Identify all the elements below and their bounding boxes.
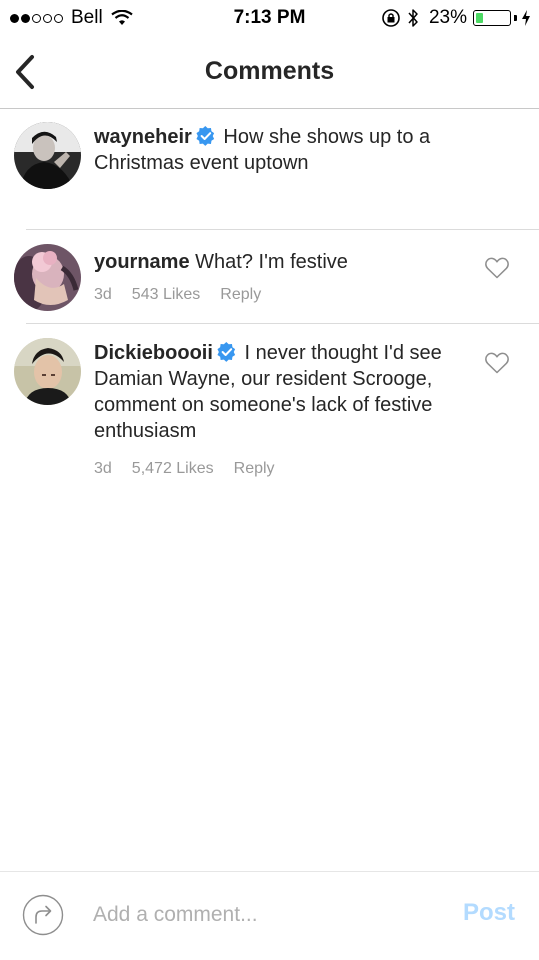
like-heart-icon[interactable] [484, 256, 510, 280]
comment-likes[interactable]: 543 Likes [132, 286, 201, 304]
avatar-dickieboooii-image [14, 338, 81, 405]
comment-input[interactable] [93, 898, 423, 932]
share-arrow-icon[interactable] [22, 894, 64, 936]
status-right: 23% [381, 7, 531, 29]
comment-username[interactable]: yourname [94, 251, 190, 273]
battery-percent: 23% [428, 7, 467, 28]
page-title: Comments [204, 57, 335, 85]
comment-username[interactable]: Dickieboooii [94, 342, 213, 364]
divider [26, 229, 539, 230]
comment-text: Dickieboooii I never thought I'd see Dam… [94, 340, 459, 444]
caption-text: wayneheir How she shows up to a Christma… [94, 124, 474, 176]
caption-username[interactable]: wayneheir [94, 126, 192, 148]
post-caption: wayneheir How she shows up to a Christma… [0, 110, 539, 230]
battery-icon [473, 10, 511, 26]
divider [26, 323, 539, 324]
verified-badge-icon [196, 126, 214, 146]
comment-age: 3d [94, 460, 112, 477]
status-bar: Bell 7:13 PM 23% [0, 0, 539, 38]
comment-meta: 3d 5,472 Likes Reply [94, 460, 295, 478]
comment-body: What? I'm festive [195, 251, 348, 273]
post-button[interactable]: Post [463, 899, 515, 927]
avatar-yourname-image [14, 244, 81, 311]
avatar[interactable] [14, 244, 81, 311]
avatar[interactable] [14, 338, 81, 405]
comment-meta: 3d 543 Likes Reply [94, 286, 281, 304]
comment-text: yourname What? I'm festive [94, 249, 474, 275]
charging-bolt-icon [522, 10, 530, 26]
battery-level-fill [476, 13, 483, 23]
comment-age: 3d [94, 286, 112, 303]
avatar-wayneheir-image [14, 122, 81, 189]
nav-header: Comments [0, 38, 539, 109]
avatar[interactable] [14, 122, 81, 189]
bluetooth-icon [408, 9, 418, 27]
rotation-lock-icon [382, 9, 400, 27]
verified-badge-icon [217, 342, 236, 362]
battery-nub [514, 15, 517, 21]
comment-composer: Post [0, 871, 539, 960]
comment-likes[interactable]: 5,472 Likes [132, 460, 214, 478]
comments-screen: Bell 7:13 PM 23% Comments wayneheir How … [0, 0, 539, 960]
like-heart-icon[interactable] [484, 351, 510, 375]
reply-button[interactable]: Reply [234, 460, 275, 478]
reply-button[interactable]: Reply [220, 286, 261, 304]
